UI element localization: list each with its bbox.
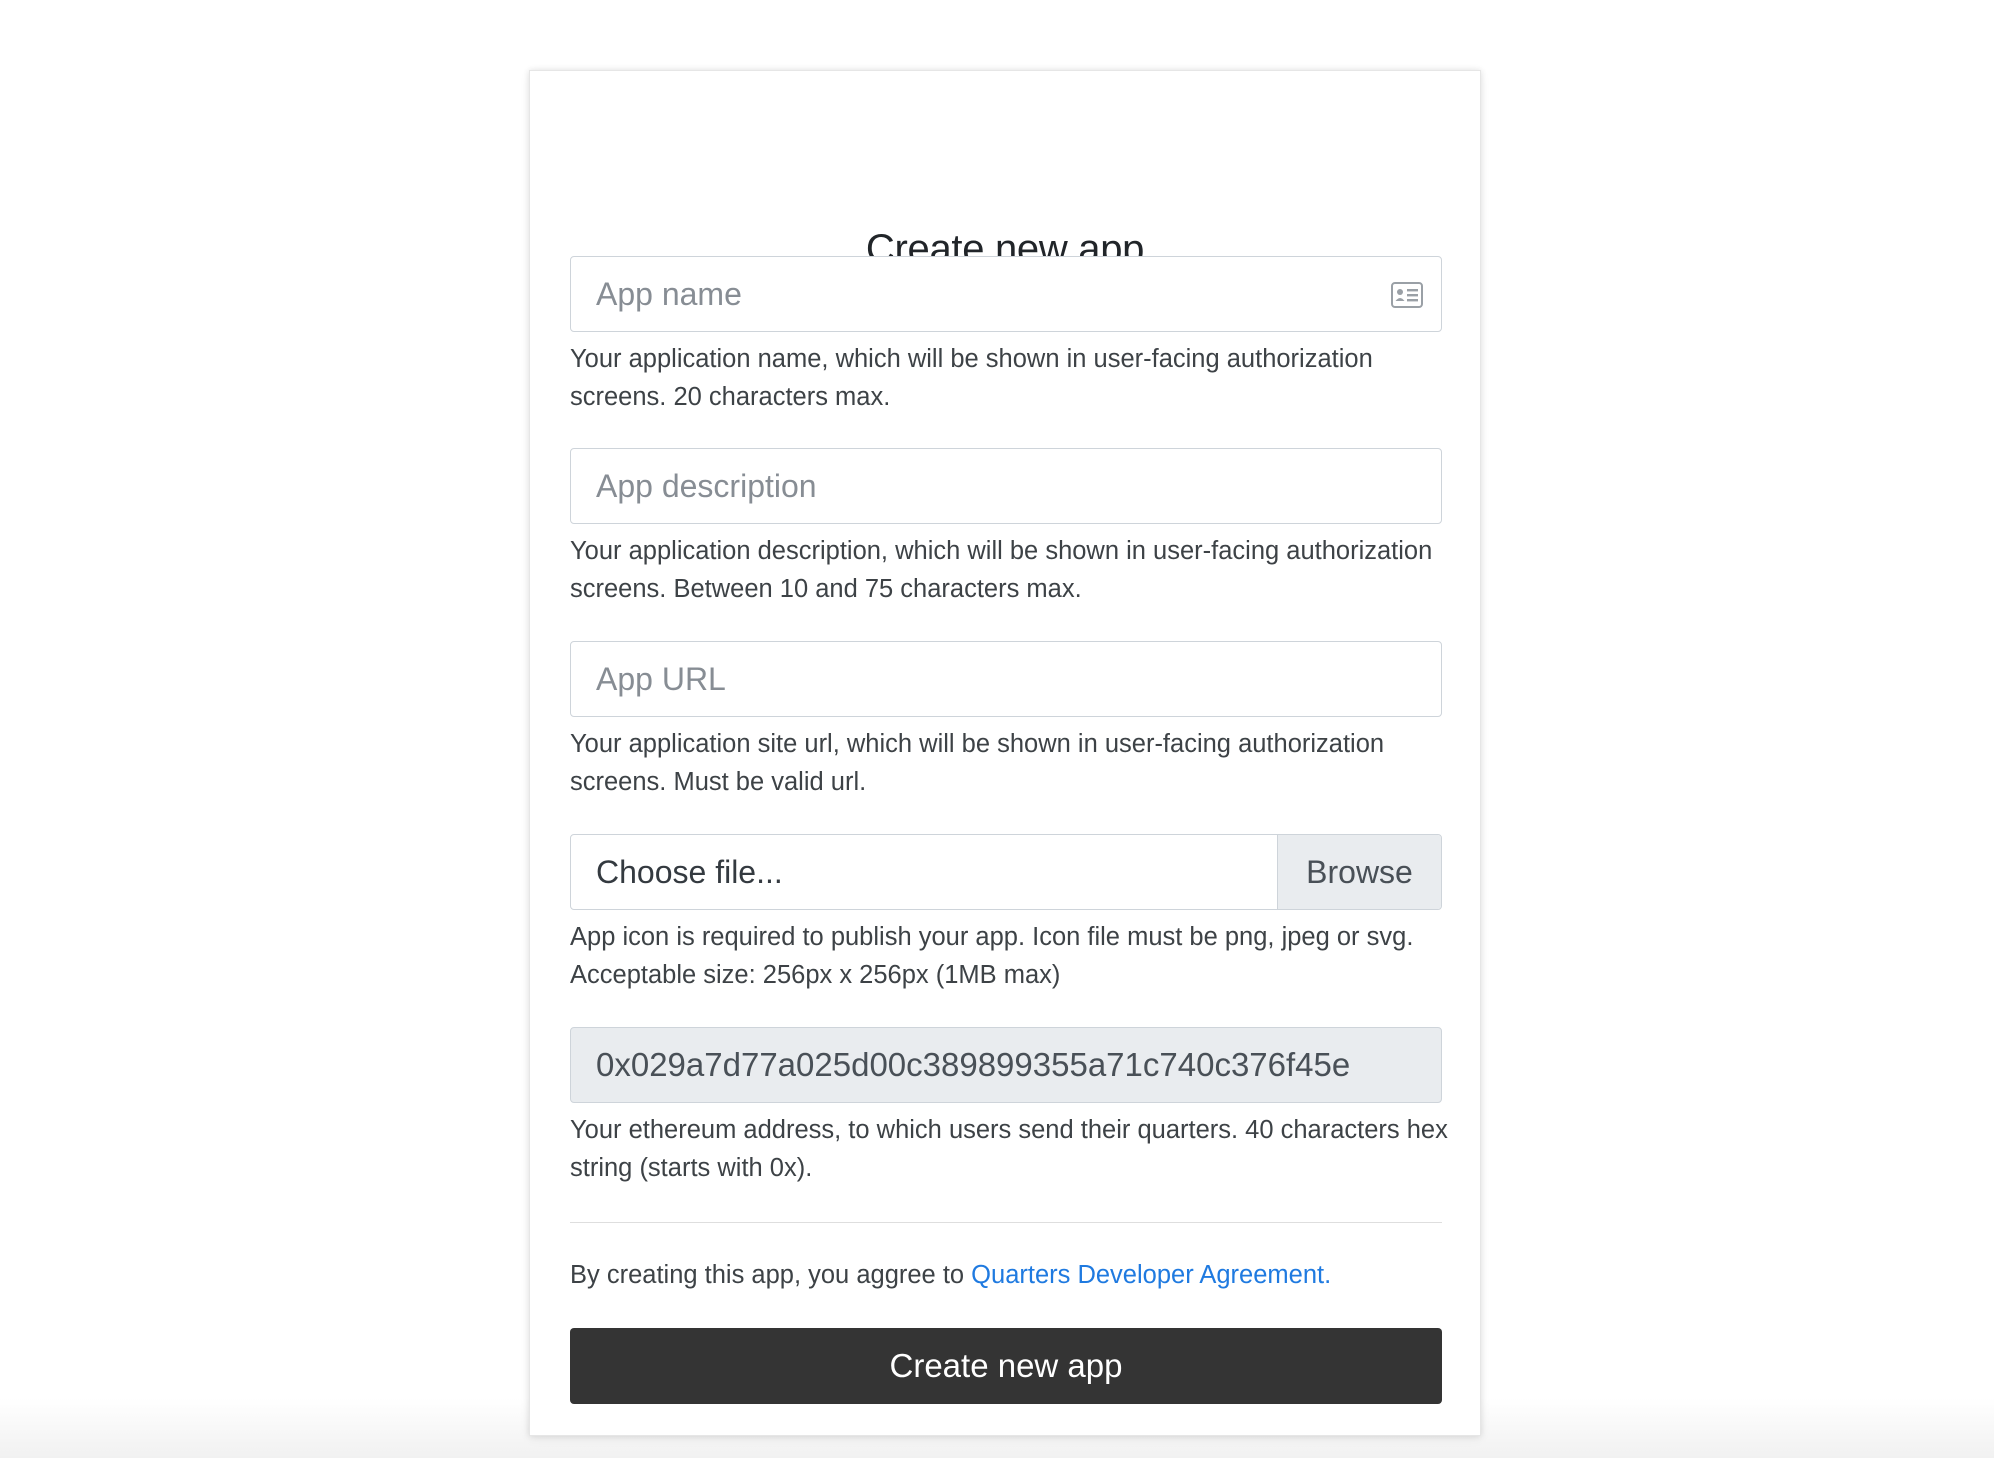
app-name-input[interactable] <box>571 257 1441 331</box>
create-app-button[interactable]: Create new app <box>570 1328 1442 1404</box>
file-input-label[interactable]: Choose file... <box>596 835 783 909</box>
page: Create new app Your application name, wh… <box>0 0 1994 1458</box>
app-name-help: Your application name, which will be sho… <box>570 345 1373 411</box>
app-description-help: Your application description, which will… <box>570 537 1433 603</box>
contact-card-icon <box>1391 282 1423 308</box>
create-app-card: Create new app Your application name, wh… <box>529 70 1481 1436</box>
app-url-help: Your application site url, which will be… <box>570 730 1385 796</box>
app-icon-help: App icon is required to publish your app… <box>570 923 1414 989</box>
app-icon-file-input[interactable]: Choose file... Browse <box>570 834 1442 910</box>
eth-address-help: Your ethereum address, to which users se… <box>570 1116 1448 1182</box>
agreement-prefix: By creating this app, you aggree to <box>570 1261 972 1289</box>
app-url-field[interactable] <box>570 641 1442 717</box>
app-name-field[interactable] <box>570 256 1442 332</box>
developer-agreement-link[interactable]: Quarters Developer Agreement. <box>971 1261 1331 1289</box>
eth-address-input <box>571 1028 1441 1102</box>
agreement-text: By creating this app, you aggree to Quar… <box>570 1256 1450 1294</box>
browse-button[interactable]: Browse <box>1277 835 1441 909</box>
eth-address-field <box>570 1027 1442 1103</box>
divider <box>570 1222 1442 1223</box>
app-description-field[interactable] <box>570 448 1442 524</box>
app-description-input[interactable] <box>571 449 1441 523</box>
app-url-input[interactable] <box>571 642 1441 716</box>
